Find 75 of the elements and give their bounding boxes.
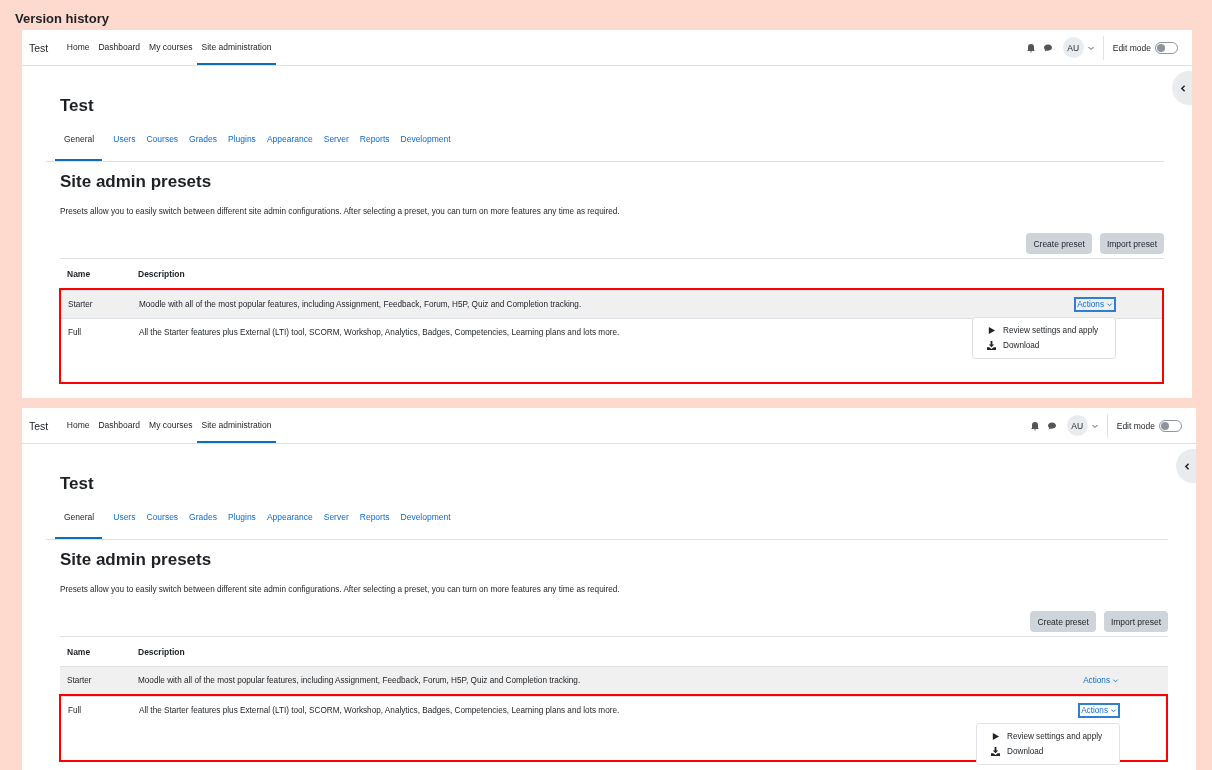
bell-icon[interactable] (1029, 420, 1040, 431)
chevron-left-icon (1183, 461, 1192, 471)
admin-tab[interactable]: Courses (146, 512, 179, 539)
table-cell: Moodle with all of the most popular features, including Assignment, Feedback, Forum, H5P, Quiz and Completion tracking. (138, 676, 581, 685)
column-header: Name (66, 268, 92, 279)
user-avatar[interactable]: AU (1066, 415, 1088, 436)
nav-link[interactable]: Home (62, 30, 94, 65)
table-cell: All the Starter features plus External (LTI) tool, SCORM, Workshop, Analytics, Badges, Competencies, Learning plans and lots more. (139, 706, 620, 715)
admin-tab[interactable]: Grades (189, 512, 217, 539)
bell-icon[interactable] (1025, 42, 1036, 53)
admin-tab[interactable]: Reports (359, 134, 390, 161)
admin-tab[interactable]: Plugins (228, 512, 256, 539)
admin-tab[interactable]: General (55, 134, 103, 161)
nav-link[interactable]: My courses (144, 30, 197, 65)
column-header: Description (138, 268, 185, 279)
column-header: Name (66, 646, 92, 657)
menu-item[interactable]: Review settings and apply (977, 729, 1119, 744)
nav-link[interactable]: Home (62, 408, 94, 443)
course-heading: Test (60, 474, 95, 494)
site-name[interactable]: Test (29, 41, 49, 54)
admin-tab[interactable]: Grades (189, 134, 217, 161)
caret-icon (1112, 677, 1119, 684)
actions-dropdown[interactable]: Actions (1074, 297, 1116, 312)
admin-tab[interactable]: Development (400, 134, 451, 161)
caret-icon (1106, 301, 1113, 308)
admin-tab[interactable]: Users (113, 134, 136, 161)
admin-tab[interactable]: Plugins (228, 134, 256, 161)
admin-tab[interactable]: Development (400, 512, 451, 539)
admin-tab[interactable]: Reports (359, 512, 390, 539)
menu-item[interactable]: Review settings and apply (973, 323, 1115, 338)
download-icon (987, 341, 996, 350)
play-icon (991, 732, 1000, 741)
site-name[interactable]: Test (29, 419, 49, 432)
edit-mode-label: Edit mode (1112, 42, 1151, 53)
page-title: Version history (14, 10, 110, 28)
chat-icon[interactable] (1046, 420, 1057, 431)
nav-link[interactable]: Site administration (197, 408, 276, 443)
admin-tab[interactable]: Server (323, 134, 349, 161)
user-avatar[interactable]: AU (1062, 37, 1084, 58)
preset-button[interactable]: Create preset (1026, 233, 1092, 254)
table-cell-text: Full (67, 706, 83, 715)
admin-tab[interactable]: Server (323, 512, 349, 539)
chat-icon[interactable] (1042, 42, 1053, 53)
course-heading: Test (60, 96, 95, 116)
actions-dropdown[interactable]: Actions (1080, 673, 1122, 688)
nav-link[interactable]: Dashboard (93, 408, 145, 443)
table-cell-text: Starter (67, 300, 94, 309)
edit-mode-label: Edit mode (1116, 420, 1155, 431)
intro-text: Presets allow you to easily switch between different site admin configurations. After selecting a preset, you can turn on more features any time as required. (60, 207, 621, 216)
column-header: Description (138, 646, 185, 657)
nav-link[interactable]: My courses (144, 408, 197, 443)
table-cell: All the Starter features plus External (LTI) tool, SCORM, Workshop, Analytics, Badges, Competencies, Learning plans and lots more. (139, 328, 620, 337)
page-heading: Site admin presets (60, 172, 213, 192)
preset-button[interactable]: Create preset (1030, 611, 1096, 632)
actions-dropdown[interactable]: Actions (1078, 703, 1120, 718)
play-icon (987, 326, 996, 335)
admin-tab[interactable]: Appearance (266, 134, 313, 161)
admin-tab[interactable]: Courses (146, 134, 179, 161)
intro-text: Presets allow you to easily switch between different site admin configurations. After selecting a preset, you can turn on more features any time as required. (60, 585, 621, 594)
page-heading: Site admin presets (60, 550, 213, 570)
admin-tab[interactable]: Appearance (266, 512, 313, 539)
nav-link[interactable]: Site administration (197, 30, 276, 65)
nav-link[interactable]: Dashboard (93, 30, 145, 65)
chevron-left-icon (1179, 83, 1188, 93)
admin-tab[interactable]: General (55, 512, 103, 539)
preset-button[interactable]: Import preset (1103, 611, 1168, 632)
admin-tab[interactable]: Users (113, 512, 136, 539)
menu-item[interactable]: Download (977, 744, 1119, 759)
preset-button[interactable]: Import preset (1099, 233, 1164, 254)
download-icon (991, 747, 1000, 756)
caret-icon (1110, 707, 1117, 714)
table-cell: Moodle with all of the most popular features, including Assignment, Feedback, Forum, H5P, Quiz and Completion tracking. (139, 300, 582, 309)
menu-item[interactable]: Download (973, 338, 1115, 353)
table-cell-text: Starter (66, 676, 93, 685)
table-cell-text: Full (67, 328, 83, 337)
